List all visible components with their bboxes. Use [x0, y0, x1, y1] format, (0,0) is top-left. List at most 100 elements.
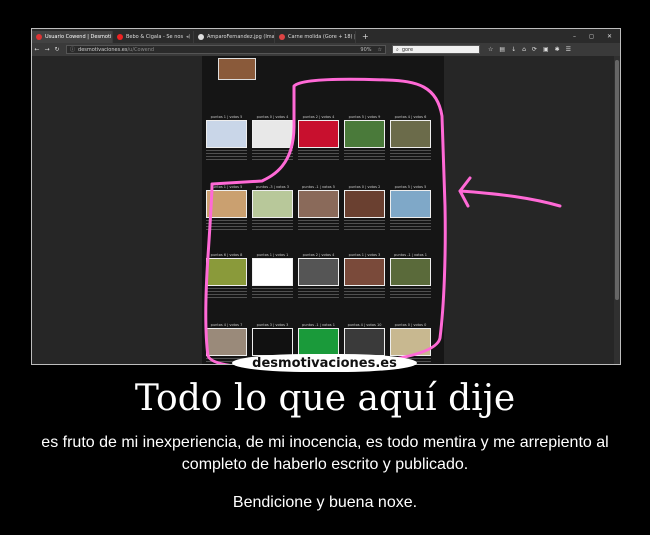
poster-subtitle: es fruto de mi inexperiencia, de mi inoc…	[41, 434, 609, 473]
poster-card[interactable]: puntos 5 | votos 9	[344, 114, 385, 160]
partial-thumbnail[interactable]	[218, 58, 256, 80]
poster-card[interactable]: puntos -1 | votos 1	[390, 252, 431, 298]
tab-label: AmparoFernandez.jpg (Ima	[207, 34, 275, 40]
back-arrow-icon[interactable]: ←	[32, 46, 42, 53]
toolbar-icons: ☆ ▤ ↓ ⌂ ⟳ ▣ ✱ ☰	[488, 46, 571, 53]
poster-card[interactable]: puntos 2 | votos 4	[298, 252, 339, 298]
card-thumbnail[interactable]	[298, 258, 339, 286]
card-thumbnail[interactable]	[390, 190, 431, 218]
card-caption	[298, 288, 339, 298]
tab-usuario-cowend[interactable]: Usuario Cowend | Desmoti ✕	[32, 31, 113, 43]
card-caption	[344, 150, 385, 160]
card-caption	[298, 220, 339, 230]
card-thumbnail[interactable]	[252, 258, 293, 286]
browser-navbar: ← → ↻ ⓘ desmotivaciones.es /u/Cowend 90%…	[32, 43, 620, 56]
card-caption	[390, 150, 431, 160]
card-caption	[252, 150, 293, 160]
card-thumbnail[interactable]	[298, 328, 339, 356]
tab-bebo-cigala[interactable]: Bebo & Cigala - Se nos ◂)	[113, 31, 194, 43]
card-thumbnail[interactable]	[298, 190, 339, 218]
card-caption	[206, 288, 247, 298]
scrollbar-thumb[interactable]	[615, 60, 619, 300]
screenshot-frame: Usuario Cowend | Desmoti ✕ Bebo & Cigala…	[31, 28, 621, 365]
card-thumbnail[interactable]	[344, 258, 385, 286]
card-thumbnail[interactable]	[344, 328, 385, 356]
sync-icon[interactable]: ⟳	[532, 46, 537, 53]
poster-card[interactable]: puntos 1 | votos 3	[344, 252, 385, 298]
card-caption	[344, 220, 385, 230]
card-caption	[252, 220, 293, 230]
card-thumbnail[interactable]	[390, 120, 431, 148]
window-controls: – ◻ ✕	[573, 33, 612, 40]
zoom-level[interactable]: 90%	[360, 47, 371, 53]
card-caption	[344, 288, 385, 298]
bookmark-star-icon[interactable]: ☆	[378, 47, 382, 53]
search-value: gore	[401, 46, 414, 53]
tab-label: Bebo & Cigala - Se nos	[126, 34, 184, 40]
bookmarks-icon[interactable]: ☆	[488, 46, 493, 53]
card-thumbnail[interactable]	[298, 120, 339, 148]
new-tab-button[interactable]: +	[362, 32, 369, 41]
addon-icon[interactable]: ✱	[555, 46, 560, 53]
card-thumbnail[interactable]	[344, 120, 385, 148]
card-caption	[206, 220, 247, 230]
card-caption	[390, 288, 431, 298]
speaker-icon[interactable]: ◂)	[186, 34, 190, 40]
search-icon: ⌕	[396, 46, 399, 53]
tab-favicon-icon	[279, 34, 285, 40]
scrollbar[interactable]	[614, 56, 620, 364]
extension-icon[interactable]: ▣	[543, 46, 549, 53]
card-thumbnail[interactable]	[206, 328, 247, 356]
library-icon[interactable]: ▤	[499, 46, 505, 53]
poster-card[interactable]: puntos 5 | votos 5	[390, 184, 431, 230]
url-bar[interactable]: ⓘ desmotivaciones.es /u/Cowend 90% ☆	[66, 45, 386, 54]
poster-card[interactable]: puntos -3 | votos 3	[252, 184, 293, 230]
poster-closing: Bendicione y buena noxe.	[232, 494, 418, 511]
info-icon: ⓘ	[70, 47, 76, 53]
poster-card[interactable]: puntos 1 | votos 5	[206, 114, 247, 160]
card-caption	[206, 150, 247, 160]
url-path: /u/Cowend	[127, 46, 155, 53]
card-thumbnail[interactable]	[390, 328, 431, 356]
card-caption	[298, 150, 339, 160]
tab-label: Usuario Cowend | Desmoti	[45, 34, 112, 40]
card-thumbnail[interactable]	[344, 190, 385, 218]
poster-card[interactable]: puntos 2 | votos 4	[298, 114, 339, 160]
poster-card[interactable]: puntos 1 | votos 1	[252, 252, 293, 298]
card-caption	[252, 288, 293, 298]
card-thumbnail[interactable]	[206, 120, 247, 148]
arrow-icon	[458, 176, 562, 208]
browser-tabbar: Usuario Cowend | Desmoti ✕ Bebo & Cigala…	[32, 29, 620, 43]
reload-icon[interactable]: ↻	[52, 46, 62, 53]
tab-favicon-icon	[198, 34, 204, 40]
download-icon[interactable]: ↓	[511, 46, 516, 53]
tab-label: Carne molida (Gore + 18) |	[288, 34, 356, 40]
url-domain: desmotivaciones.es	[78, 46, 128, 53]
poster-card[interactable]: puntos 0 | votos 2	[344, 184, 385, 230]
site-logo: desmotivaciones.es	[232, 354, 417, 372]
card-caption	[390, 220, 431, 230]
card-thumbnail[interactable]	[252, 190, 293, 218]
poster-card[interactable]: puntos 6 | votos 8	[206, 252, 247, 298]
home-icon[interactable]: ⌂	[522, 46, 526, 53]
poster-card[interactable]: puntos 4 | votos 6	[390, 114, 431, 160]
page-content: puntos 1 | votos 5 puntos 0 | votos 4 punt…	[32, 56, 620, 364]
search-input[interactable]: ⌕ gore	[392, 45, 480, 54]
tab-favicon-icon	[117, 34, 123, 40]
menu-icon[interactable]: ☰	[566, 46, 571, 53]
poster-card[interactable]: puntos 1 | votos 5	[206, 184, 247, 230]
tab-carne-molida[interactable]: Carne molida (Gore + 18) | ✕	[275, 31, 356, 43]
tab-favicon-icon	[36, 34, 42, 40]
close-window-button[interactable]: ✕	[607, 33, 612, 40]
forward-arrow-icon[interactable]: →	[42, 46, 52, 53]
poster-card[interactable]: puntos 0 | votos 4	[252, 114, 293, 160]
maximize-button[interactable]: ◻	[589, 33, 594, 40]
poster-card[interactable]: puntos -1 | votos 5	[298, 184, 339, 230]
tab-amparo-image[interactable]: AmparoFernandez.jpg (Ima	[194, 31, 275, 43]
card-thumbnail[interactable]	[206, 258, 247, 286]
card-thumbnail[interactable]	[390, 258, 431, 286]
minimize-button[interactable]: –	[573, 33, 576, 40]
card-thumbnail[interactable]	[252, 120, 293, 148]
card-thumbnail[interactable]	[206, 190, 247, 218]
card-thumbnail[interactable]	[252, 328, 293, 356]
